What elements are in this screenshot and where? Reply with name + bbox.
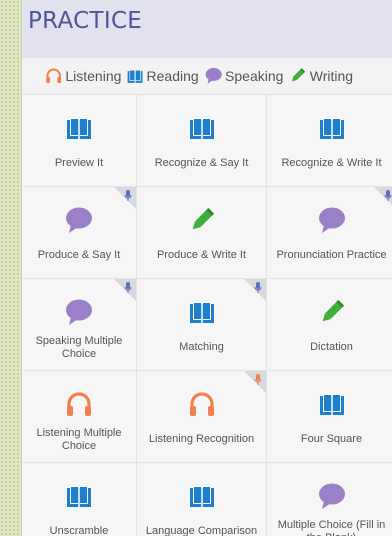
activity-tile[interactable]: Unscramble	[22, 463, 137, 536]
speech-bubble-icon	[205, 67, 222, 85]
activity-tile[interactable]: Produce & Write It	[137, 187, 267, 279]
microphone-icon	[254, 373, 262, 391]
headphones-icon	[188, 389, 216, 419]
legend-item-speaking: Speaking	[205, 67, 284, 85]
page-title: PRACTICE	[28, 8, 143, 34]
book-icon	[189, 113, 215, 143]
microphone-icon	[124, 189, 132, 207]
legend-item-listening: Listening	[45, 67, 121, 84]
activity-label: Speaking Multiple Choice	[35, 334, 123, 360]
headphones-icon	[45, 67, 62, 84]
practice-header: PRACTICE	[22, 0, 392, 58]
activity-tile[interactable]: Produce & Say It	[22, 187, 137, 279]
book-icon	[189, 297, 215, 327]
microphone-icon	[384, 189, 392, 207]
microphone-icon	[124, 281, 132, 299]
activity-label: Pronunciation Practice	[276, 249, 387, 261]
activity-label: Recognize & Write It	[281, 157, 382, 169]
pencil-icon	[188, 205, 216, 235]
activity-label: Language Comparison	[145, 525, 258, 536]
activity-grid: Preview It Recognize & Say It Recognize …	[22, 95, 392, 536]
activity-label: Produce & Write It	[156, 249, 247, 261]
pencil-icon	[289, 67, 306, 84]
activity-label: Unscramble	[49, 525, 109, 536]
legend-label: Writing	[309, 67, 354, 84]
book-icon	[66, 481, 92, 511]
activity-tile[interactable]: Dictation	[267, 279, 392, 371]
activity-tile[interactable]: Listening Recognition	[137, 371, 267, 463]
activity-tile[interactable]: Pronunciation Practice	[267, 187, 392, 279]
activity-label: Recognize & Say It	[154, 157, 249, 169]
legend-label: Listening	[65, 67, 122, 84]
book-icon	[127, 68, 143, 84]
legend-label: Reading	[146, 67, 199, 84]
activity-label: Matching	[179, 341, 224, 353]
speech-bubble-icon	[65, 205, 93, 235]
activity-tile[interactable]: Recognize & Write It	[267, 95, 392, 187]
skill-legend: Listening Reading Speaking Writing	[22, 58, 392, 95]
speech-bubble-icon	[65, 297, 93, 327]
activity-label: Multiple Choice (Fill in the Blank)	[277, 518, 386, 536]
speech-bubble-icon	[318, 205, 346, 235]
book-icon	[319, 113, 345, 143]
legend-item-reading: Reading	[127, 67, 199, 84]
legend-item-writing: Writing	[289, 67, 353, 84]
book-icon	[189, 481, 215, 511]
activity-tile[interactable]: Preview It	[22, 95, 137, 187]
book-icon	[319, 389, 345, 419]
activity-label: Listening Multiple Choice	[36, 426, 122, 452]
activity-label: Produce & Say It	[37, 249, 121, 261]
pencil-icon	[318, 297, 346, 327]
activity-tile[interactable]: Listening Multiple Choice	[22, 371, 137, 463]
activity-tile[interactable]: Multiple Choice (Fill in the Blank)	[267, 463, 392, 536]
activity-tile[interactable]: Language Comparison	[137, 463, 267, 536]
activity-tile[interactable]: Four Square	[267, 371, 392, 463]
book-icon	[66, 113, 92, 143]
activity-label: Dictation	[310, 341, 353, 353]
speech-bubble-icon	[318, 481, 346, 511]
activity-label: Listening Recognition	[148, 433, 255, 445]
practice-panel: PRACTICE Listening Reading Speaking Writ…	[21, 0, 392, 536]
activity-tile[interactable]: Matching	[137, 279, 267, 371]
microphone-icon	[254, 281, 262, 299]
activity-tile[interactable]: Recognize & Say It	[137, 95, 267, 187]
activity-label: Preview It	[54, 157, 104, 169]
legend-label: Speaking	[225, 67, 284, 84]
activity-tile[interactable]: Speaking Multiple Choice	[22, 279, 137, 371]
activity-label: Four Square	[300, 433, 363, 445]
headphones-icon	[65, 389, 93, 419]
